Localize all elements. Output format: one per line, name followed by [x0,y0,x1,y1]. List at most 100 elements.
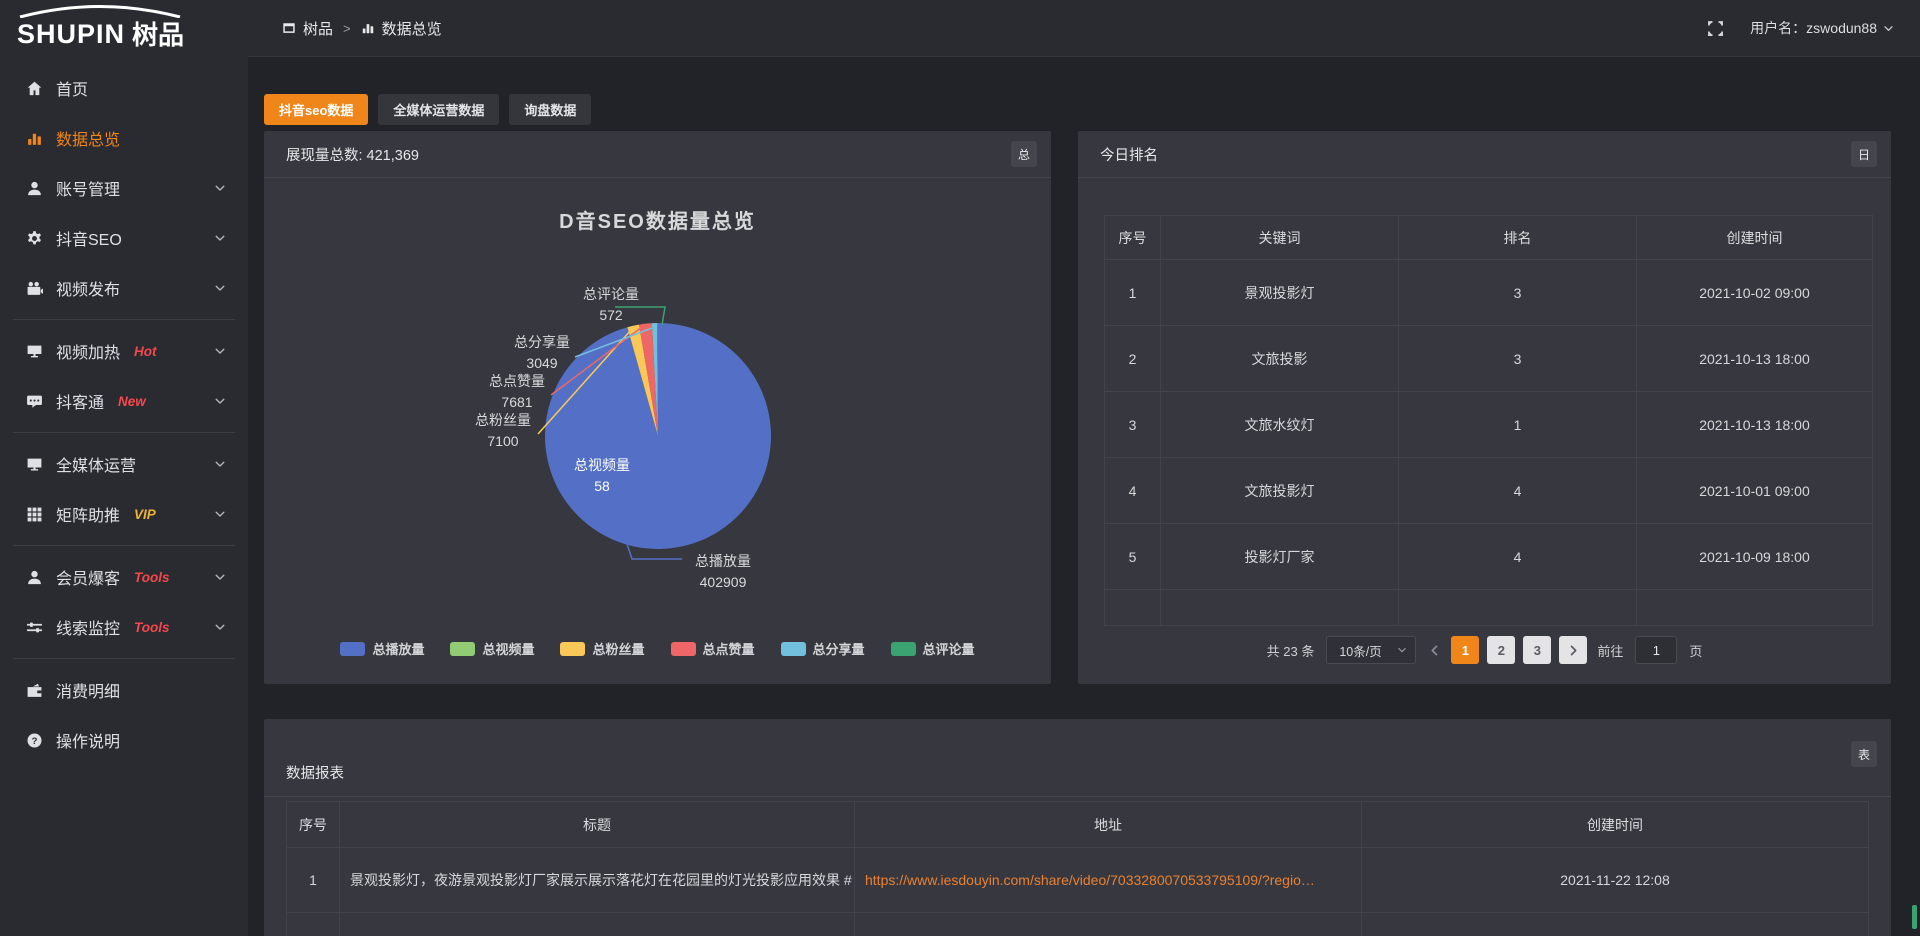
video-link[interactable]: https://www.iesdouyin.com/share/video/70… [855,848,1362,913]
goto-page-label: 前往 [1597,641,1623,660]
chevron-down-icon [214,571,226,583]
pie-label-总评论量: 总评论量572 [583,286,639,323]
page-button-3[interactable]: 3 [1523,636,1551,664]
sidebar-item-douketong[interactable]: 抖客通New [0,376,248,426]
legend-swatch [560,642,585,656]
chevron-down-icon [214,508,226,520]
breadcrumb-separator: > [343,21,351,36]
sidebar-item-clue-monitor[interactable]: 线索监控Tools [0,602,248,652]
sidebar-divider [13,432,235,433]
heat-icon [26,343,43,360]
page-size-value: 10条/页 [1339,641,1381,660]
legend-swatch [781,642,806,656]
sidebar-item-member-baoke[interactable]: 会员爆客Tools [0,552,248,602]
next-page-button[interactable] [1559,636,1587,664]
user-menu[interactable]: 用户名：zswodun88 [1750,18,1894,38]
table-cell: 3 [1399,326,1637,392]
sidebar-item-data-overview[interactable]: 数据总览 [0,113,248,163]
goto-page-suffix: 页 [1689,641,1702,660]
table-row: 5投影灯厂家42021-10-09 18:00 [1105,524,1873,590]
table-cell: 3 [1399,260,1637,326]
legend-label: 总点赞量 [703,639,755,658]
sidebar-item-label: 视频加热 [56,339,120,363]
legend-item-总播放量[interactable]: 总播放量 [340,639,424,658]
breadcrumb: 树品 > 数据总览 [282,18,442,39]
column-header: 标题 [340,802,855,848]
table-cell-no: 1 [287,848,340,913]
column-header: 排名 [1399,216,1637,260]
scrollbar-thumb[interactable] [1912,905,1917,929]
table-row-partial [1105,590,1873,626]
ranking-mode-badge[interactable]: 日 [1851,141,1877,167]
sidebar-item-home[interactable]: 首页 [0,63,248,113]
svg-text:?: ? [32,735,38,746]
app-root: SHUPIN 树品 首页数据总览账号管理抖音SEO视频发布视频加热Hot抖客通N… [0,0,1920,936]
pagination: 共 23 条10条/页123前往页 [1078,636,1891,664]
sidebar-divider [13,658,235,659]
tab-inquiry-data[interactable]: 询盘数据 [509,94,591,125]
table-cell: 2021-10-13 18:00 [1637,392,1873,458]
column-header: 关键词 [1161,216,1399,260]
video-icon [26,280,43,297]
sidebar-item-video-publish[interactable]: 视频发布 [0,263,248,313]
wallet-icon [26,682,43,699]
overview-panel: 展现量总数: 421,369 总 总播放量402909总视频量58总粉丝量710… [264,131,1051,684]
breadcrumb-current[interactable]: 数据总览 [361,18,442,39]
app-logo[interactable]: SHUPIN 树品 [0,0,248,57]
legend-label: 总视频量 [482,639,534,658]
page-button-2[interactable]: 2 [1487,636,1515,664]
tab-media-operation-data[interactable]: 全媒体运营数据 [378,94,499,125]
chevron-down-icon [214,232,226,244]
legend-label: 总播放量 [372,639,424,658]
table-cell: 2021-10-13 18:00 [1637,326,1873,392]
sidebar-divider [13,319,235,320]
legend-swatch [671,642,696,656]
table-row: 1景观投影灯，夜游景观投影灯厂家展示展示落花灯在花园里的灯光投影应用效果 #ht… [287,848,1869,913]
column-header: 序号 [1105,216,1161,260]
table-cell [1637,590,1873,626]
legend-swatch [340,642,365,656]
legend-item-总评论量[interactable]: 总评论量 [891,639,975,658]
table-cell: 景观投影灯 [1161,260,1399,326]
sidebar-item-douyin-seo[interactable]: 抖音SEO [0,213,248,263]
logo-text-cn: 树品 [132,22,184,57]
logo-text-en: SHUPIN [17,21,125,57]
goto-page-input[interactable] [1635,636,1677,664]
sidebar-item-label: 抖客通 [56,389,104,413]
pie-label-总播放量: 总播放量402909 [695,553,751,590]
sidebar-item-media-operation[interactable]: 全媒体运营 [0,439,248,489]
report-mode-badge[interactable]: 表 [1851,741,1877,767]
sidebar-item-operation-guide[interactable]: ?操作说明 [0,715,248,765]
sidebar-item-label: 全媒体运营 [56,452,136,476]
legend-item-总点赞量[interactable]: 总点赞量 [671,639,755,658]
legend-item-总分享量[interactable]: 总分享量 [781,639,865,658]
page-size-select[interactable]: 10条/页 [1326,636,1416,664]
pie-label-总粉丝量: 总粉丝量7100 [475,412,531,449]
table-row: 2文旅投影32021-10-13 18:00 [1105,326,1873,392]
page-button-1[interactable]: 1 [1451,636,1479,664]
legend-item-总视频量[interactable]: 总视频量 [450,639,534,658]
table-cell [855,913,1362,936]
prev-page-button[interactable] [1428,644,1441,657]
table-cell [340,913,855,936]
fullscreen-icon[interactable] [1707,20,1724,37]
table-cell: 4 [1399,524,1637,590]
chevron-down-icon [214,345,226,357]
table-cell: 1 [1399,392,1637,458]
chevron-down-icon [214,458,226,470]
username: zswodun88 [1806,20,1877,36]
breadcrumb-root[interactable]: 树品 [282,18,333,39]
column-header: 地址 [855,802,1362,848]
sidebar-item-label: 视频发布 [56,276,120,300]
sidebar-item-matrix-boost[interactable]: 矩阵助推VIP [0,489,248,539]
grid-icon [26,506,43,523]
data-tabs: 抖音seo数据全媒体运营数据询盘数据 [264,94,601,125]
sidebar-item-account-manage[interactable]: 账号管理 [0,163,248,213]
sidebar-item-label: 消费明细 [56,678,120,702]
sidebar-item-consume-detail[interactable]: 消费明细 [0,665,248,715]
report-panel: 数据报表 表 序号标题地址创建时间1景观投影灯，夜游景观投影灯厂家展示展示落花灯… [264,719,1891,936]
ranking-panel-title: 今日排名 [1100,144,1158,165]
sidebar-item-video-heat[interactable]: 视频加热Hot [0,326,248,376]
tab-douyin-seo-data[interactable]: 抖音seo数据 [264,94,368,125]
legend-item-总粉丝量[interactable]: 总粉丝量 [560,639,644,658]
